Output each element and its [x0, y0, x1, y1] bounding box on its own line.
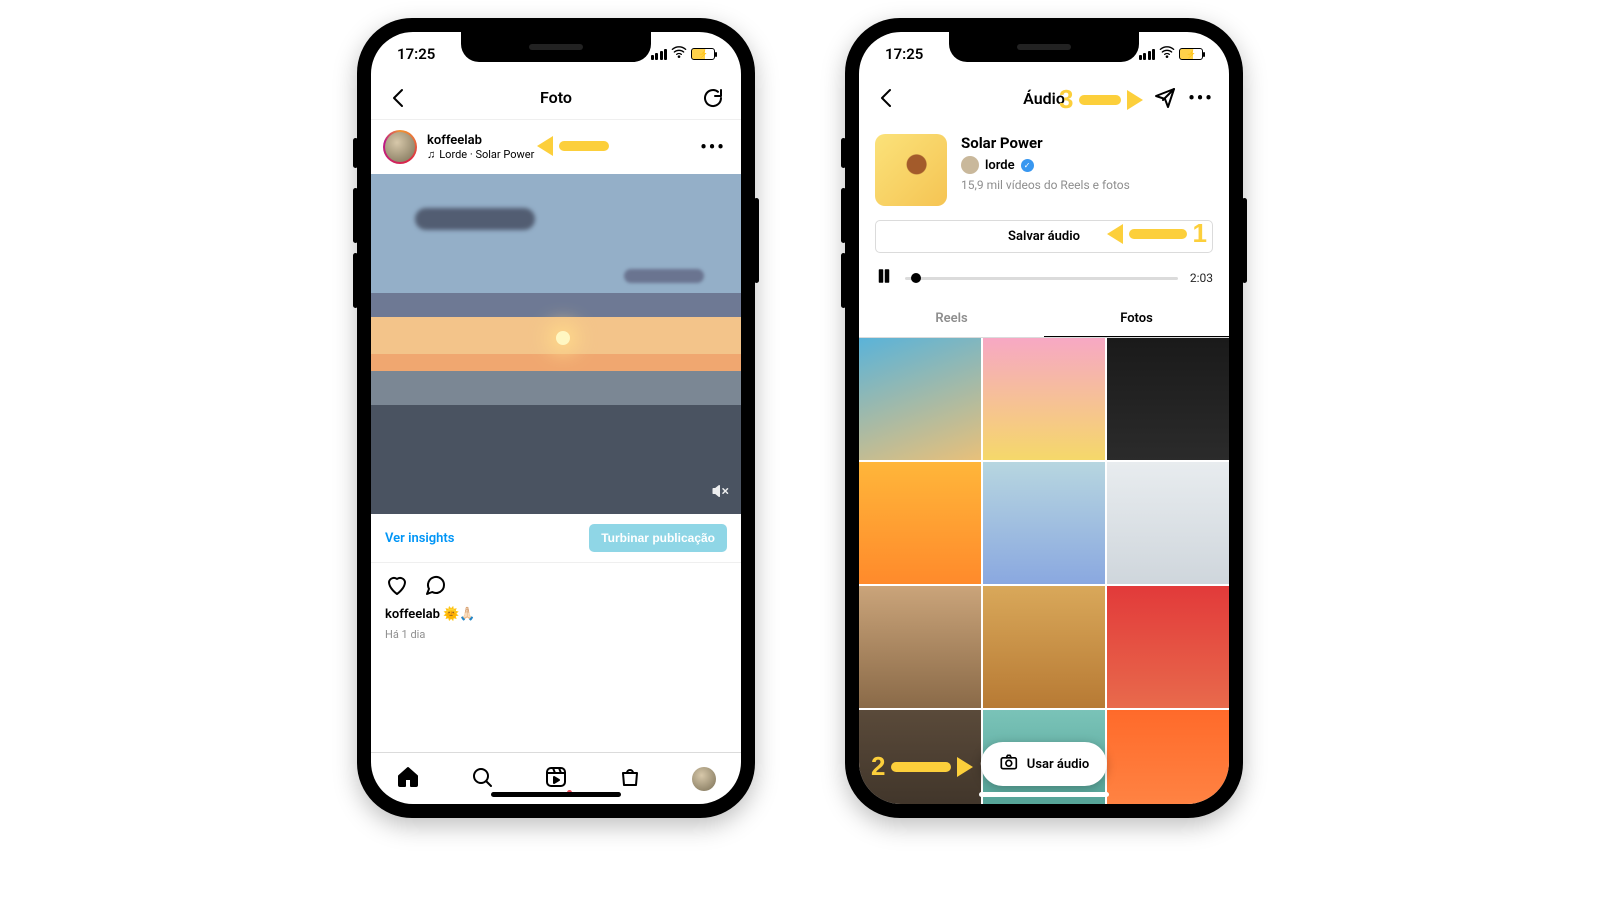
signal-icon: [1139, 49, 1156, 60]
battery-icon: ⚡: [691, 48, 715, 60]
audio-title: Solar Power: [961, 134, 1213, 152]
save-audio-button[interactable]: Salvar áudio: [875, 220, 1213, 253]
grid-photo[interactable]: [1107, 462, 1229, 584]
use-audio-label: Usar áudio: [1027, 757, 1089, 772]
home-indicator: [491, 792, 621, 797]
notch: [949, 32, 1139, 62]
nav-bar: Foto: [371, 76, 741, 120]
feed-content: koffeelab ♫ Lorde · Solar Power •••: [371, 120, 741, 804]
avatar[interactable]: [383, 130, 417, 164]
music-note-icon: ♫: [427, 148, 435, 161]
more-options-button[interactable]: •••: [1185, 82, 1217, 114]
grid-photo[interactable]: [1107, 338, 1229, 460]
audio-header: Solar Power lorde ✓ 15,9 mil vídeos do R…: [859, 120, 1229, 216]
post-username[interactable]: koffeelab: [427, 133, 534, 148]
search-tab-icon[interactable]: [470, 765, 494, 793]
page-title: Áudio: [1023, 89, 1065, 108]
grid-photo[interactable]: [859, 586, 981, 708]
comment-icon[interactable]: [423, 573, 447, 601]
use-audio-button[interactable]: Usar áudio: [981, 742, 1107, 786]
like-icon[interactable]: [385, 573, 409, 601]
audio-player: 2:03: [859, 261, 1229, 301]
tab-fotos[interactable]: Fotos: [1044, 301, 1229, 337]
post-actions: [371, 563, 741, 605]
artist-avatar: [961, 156, 979, 174]
grid-photo[interactable]: [1107, 710, 1229, 804]
home-indicator: [979, 792, 1109, 797]
caption-text: 🌞🙏🏻: [443, 607, 475, 622]
post-image[interactable]: [371, 174, 741, 514]
phone-left: 17:25 ⚡ Foto: [357, 18, 755, 818]
status-time: 17:25: [885, 45, 923, 63]
back-button[interactable]: [871, 82, 903, 114]
wifi-icon: [671, 44, 687, 64]
mute-icon[interactable]: [711, 482, 729, 504]
grid-photo[interactable]: [859, 462, 981, 584]
pause-icon[interactable]: [875, 267, 893, 289]
page-title: Foto: [540, 88, 572, 107]
progress-slider[interactable]: [905, 277, 1178, 280]
profile-tab-icon[interactable]: [692, 767, 716, 791]
wifi-icon: [1159, 44, 1175, 64]
grid-photo[interactable]: [983, 338, 1105, 460]
artist-name: lorde: [985, 158, 1015, 173]
insights-row: Ver insights Turbinar publicação: [371, 514, 741, 563]
home-tab-icon[interactable]: [396, 765, 420, 793]
status-time: 17:25: [397, 45, 435, 63]
post-timestamp: Há 1 dia: [371, 624, 741, 645]
notch: [461, 32, 651, 62]
grid-photo[interactable]: [859, 710, 981, 804]
audio-tabs: Reels Fotos: [859, 301, 1229, 338]
video-count: 15,9 mil vídeos do Reels e fotos: [961, 178, 1213, 192]
more-options-button[interactable]: •••: [697, 131, 729, 163]
caption-username[interactable]: koffeelab: [385, 607, 440, 622]
battery-icon: ⚡: [1179, 48, 1203, 60]
reels-tab-icon[interactable]: [544, 765, 568, 793]
post-music-attribution[interactable]: ♫ Lorde · Solar Power: [427, 148, 534, 161]
signal-icon: [651, 49, 668, 60]
tab-reels[interactable]: Reels: [859, 301, 1044, 337]
refresh-button[interactable]: [697, 82, 729, 114]
share-button[interactable]: [1149, 82, 1181, 114]
grid-photo[interactable]: [983, 462, 1105, 584]
back-button[interactable]: [383, 82, 415, 114]
artist-row[interactable]: lorde ✓: [961, 156, 1213, 174]
post-header[interactable]: koffeelab ♫ Lorde · Solar Power •••: [371, 120, 741, 174]
post-caption: koffeelab 🌞🙏🏻: [371, 605, 741, 624]
audio-content: Solar Power lorde ✓ 15,9 mil vídeos do R…: [859, 120, 1229, 804]
camera-icon: [999, 752, 1019, 776]
nav-bar: Áudio ••• 3: [859, 76, 1229, 120]
grid-photo[interactable]: [859, 338, 981, 460]
view-insights-link[interactable]: Ver insights: [385, 531, 454, 546]
grid-photo[interactable]: [1107, 586, 1229, 708]
verified-badge-icon: ✓: [1021, 159, 1034, 172]
grid-photo[interactable]: [983, 586, 1105, 708]
phone-right: 17:25 ⚡ Áudio •••: [845, 18, 1243, 818]
audio-duration: 2:03: [1190, 271, 1213, 285]
shop-tab-icon[interactable]: [618, 765, 642, 793]
boost-post-button[interactable]: Turbinar publicação: [589, 524, 727, 552]
album-art[interactable]: [875, 134, 947, 206]
photo-grid: [859, 338, 1229, 804]
